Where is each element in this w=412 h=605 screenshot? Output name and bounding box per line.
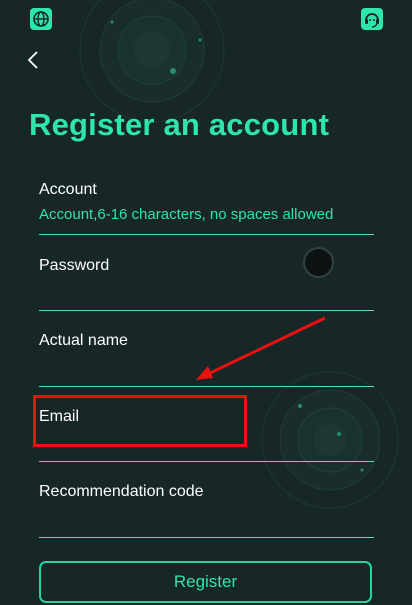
annotation-arrow	[196, 316, 326, 380]
